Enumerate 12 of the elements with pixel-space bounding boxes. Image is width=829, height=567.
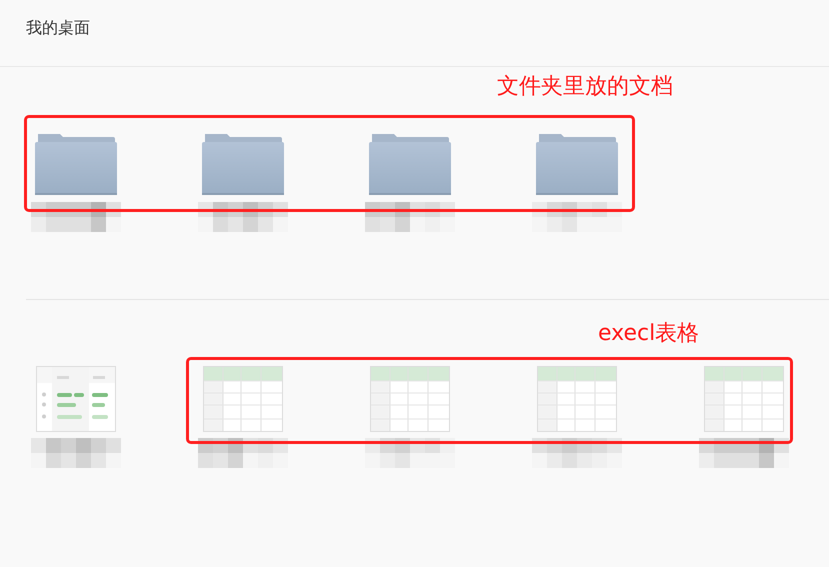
annotation-text: execl表格 [598,320,700,348]
folder-icon[interactable] [368,132,452,196]
folder-icon[interactable] [201,132,285,196]
spreadsheet-thumbnail[interactable] [704,366,784,432]
page-title: 我的桌面 [26,18,90,38]
spreadsheet-thumbnail[interactable] [203,366,283,432]
annotation-text: 文件夹里放的文档 [497,73,673,101]
folder-icon[interactable] [34,132,118,196]
spreadsheet-thumbnail[interactable] [370,366,450,432]
spreadsheet-thumbnail[interactable] [537,366,617,432]
table-thumbnail[interactable] [36,366,116,432]
folder-icon[interactable] [535,132,619,196]
